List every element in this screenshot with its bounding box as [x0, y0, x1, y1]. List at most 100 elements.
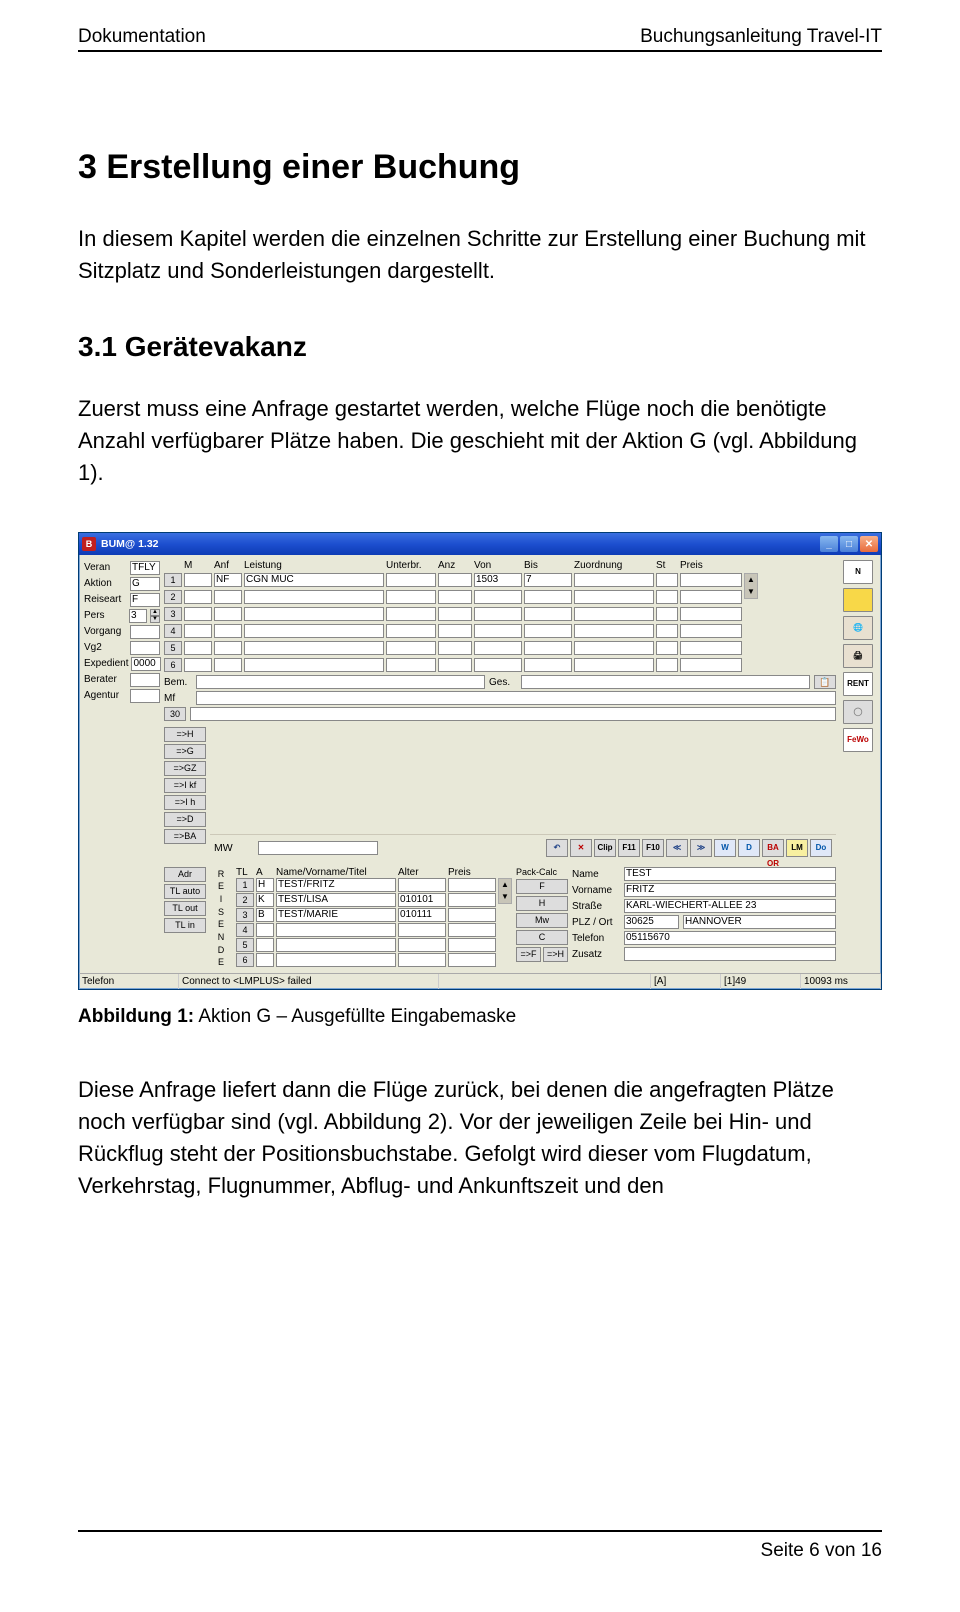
input-vorgang[interactable] [130, 625, 160, 639]
pack-mw[interactable]: Mw [516, 913, 568, 928]
tool-baor[interactable]: BA OR [762, 839, 784, 857]
cell-bis-1[interactable]: 7 [524, 573, 572, 587]
btn-tlauto[interactable]: TL auto [164, 884, 206, 899]
pax-preis[interactable] [448, 938, 496, 952]
tool-f11[interactable]: F11 [618, 839, 640, 857]
action-ba[interactable]: =>BA [164, 829, 206, 844]
icon-print[interactable]: 🖨 [843, 644, 873, 668]
pax-preis[interactable] [448, 953, 496, 967]
pax-a[interactable]: K [256, 893, 274, 907]
cell-anz-1[interactable] [438, 573, 472, 587]
tool-undo[interactable]: ↶ [546, 839, 568, 857]
cell-st-1[interactable] [656, 573, 678, 587]
rownum-3[interactable]: 3 [164, 607, 182, 621]
pax-name[interactable] [276, 953, 396, 967]
action-h[interactable]: =>H [164, 727, 206, 742]
pax-name[interactable]: TEST/FRITZ [276, 878, 396, 892]
cell-von-1[interactable]: 1503 [474, 573, 522, 587]
icon-rent[interactable]: RENT [843, 672, 873, 696]
tool-prev-fast[interactable]: ≪ [666, 839, 688, 857]
pack-fwdf[interactable]: =>F [516, 947, 541, 962]
pax-num[interactable]: 5 [236, 938, 254, 952]
tool-clip[interactable]: Clip [594, 839, 616, 857]
addr-ort[interactable]: HANNOVER [683, 915, 836, 929]
rownum-4[interactable]: 4 [164, 624, 182, 638]
pax-preis[interactable] [448, 923, 496, 937]
tool-do[interactable]: Do [810, 839, 832, 857]
close-button[interactable]: ✕ [860, 536, 878, 552]
pax-alter[interactable] [398, 953, 446, 967]
addr-name[interactable]: TEST [624, 867, 836, 881]
action-gz[interactable]: =>GZ [164, 761, 206, 776]
pax-name[interactable]: TEST/MARIE [276, 908, 396, 922]
pax-preis[interactable] [448, 878, 496, 892]
input-pers[interactable]: 3 [129, 609, 147, 623]
pax-alter[interactable] [398, 878, 446, 892]
cell-leistung-1[interactable]: CGN MUC [244, 573, 384, 587]
rownum-2[interactable]: 2 [164, 590, 182, 604]
input-agentur[interactable] [130, 689, 160, 703]
btn-30[interactable]: 30 [164, 707, 186, 721]
icon-globe[interactable]: 🌐 [843, 616, 873, 640]
rownum-6[interactable]: 6 [164, 658, 182, 672]
copy-button[interactable]: 📋 [814, 675, 836, 689]
tool-lm[interactable]: LM [786, 839, 808, 857]
input-reiseart[interactable]: F [130, 593, 160, 607]
pax-preis[interactable] [448, 893, 496, 907]
input-mw[interactable] [258, 841, 378, 855]
pax-alter[interactable] [398, 923, 446, 937]
cell-anf-1[interactable]: NF [214, 573, 242, 587]
maximize-button[interactable]: □ [840, 536, 858, 552]
tool-f10[interactable]: F10 [642, 839, 664, 857]
pax-num[interactable]: 4 [236, 923, 254, 937]
pack-f[interactable]: F [516, 879, 568, 894]
pax-a[interactable] [256, 953, 274, 967]
addr-vorname[interactable]: FRITZ [624, 883, 836, 897]
input-bem[interactable] [196, 675, 485, 689]
pax-num[interactable]: 2 [236, 893, 254, 907]
tool-next-fast[interactable]: ≫ [690, 839, 712, 857]
cell-preis-1[interactable] [680, 573, 742, 587]
cell-zuordnung-1[interactable] [574, 573, 654, 587]
addr-telefon[interactable]: 05115670 [624, 931, 836, 945]
rownum-1[interactable]: 1 [164, 573, 182, 587]
pax-a[interactable]: H [256, 878, 274, 892]
pax-num[interactable]: 1 [236, 878, 254, 892]
cell-m-1[interactable] [184, 573, 212, 587]
tool-d[interactable]: D [738, 839, 760, 857]
input-ges[interactable] [521, 675, 810, 689]
pax-num[interactable]: 6 [236, 953, 254, 967]
pax-preis[interactable] [448, 908, 496, 922]
tool-w[interactable]: W [714, 839, 736, 857]
minimize-button[interactable]: _ [820, 536, 838, 552]
input-mf[interactable] [196, 691, 836, 705]
pax-name[interactable]: TEST/LISA [276, 893, 396, 907]
btn-tlin[interactable]: TL in [164, 918, 206, 933]
cell-unterbr-1[interactable] [386, 573, 436, 587]
btn-tlout[interactable]: TL out [164, 901, 206, 916]
pack-fwdh[interactable]: =>H [543, 947, 568, 962]
action-ikf[interactable]: =>I kf [164, 778, 206, 793]
pax-alter[interactable]: 010101 [398, 893, 446, 907]
btn-adr[interactable]: Adr [164, 867, 206, 882]
icon-n[interactable]: N [843, 560, 873, 584]
pax-a[interactable] [256, 938, 274, 952]
pax-num[interactable]: 3 [236, 908, 254, 922]
addr-plz[interactable]: 30625 [624, 915, 679, 929]
pax-a[interactable] [256, 923, 274, 937]
addr-zusatz[interactable] [624, 947, 836, 961]
pax-name[interactable] [276, 938, 396, 952]
action-ih[interactable]: =>I h [164, 795, 206, 810]
pax-scrollbar[interactable]: ▲▼ [498, 878, 512, 904]
input-vg2[interactable] [130, 641, 160, 655]
icon-fewo[interactable]: FeWo [843, 728, 873, 752]
pers-spinner[interactable]: ▲▼ [150, 609, 160, 623]
input-30[interactable] [190, 707, 836, 721]
pack-c[interactable]: C [516, 930, 568, 945]
input-berater[interactable] [130, 673, 160, 687]
input-expedient[interactable]: 0000 [131, 657, 161, 671]
action-g[interactable]: =>G [164, 744, 206, 759]
input-veran[interactable]: TFLY [130, 561, 160, 575]
addr-strasse[interactable]: KARL-WIECHERT-ALLEE 23 [624, 899, 836, 913]
pack-h[interactable]: H [516, 896, 568, 911]
